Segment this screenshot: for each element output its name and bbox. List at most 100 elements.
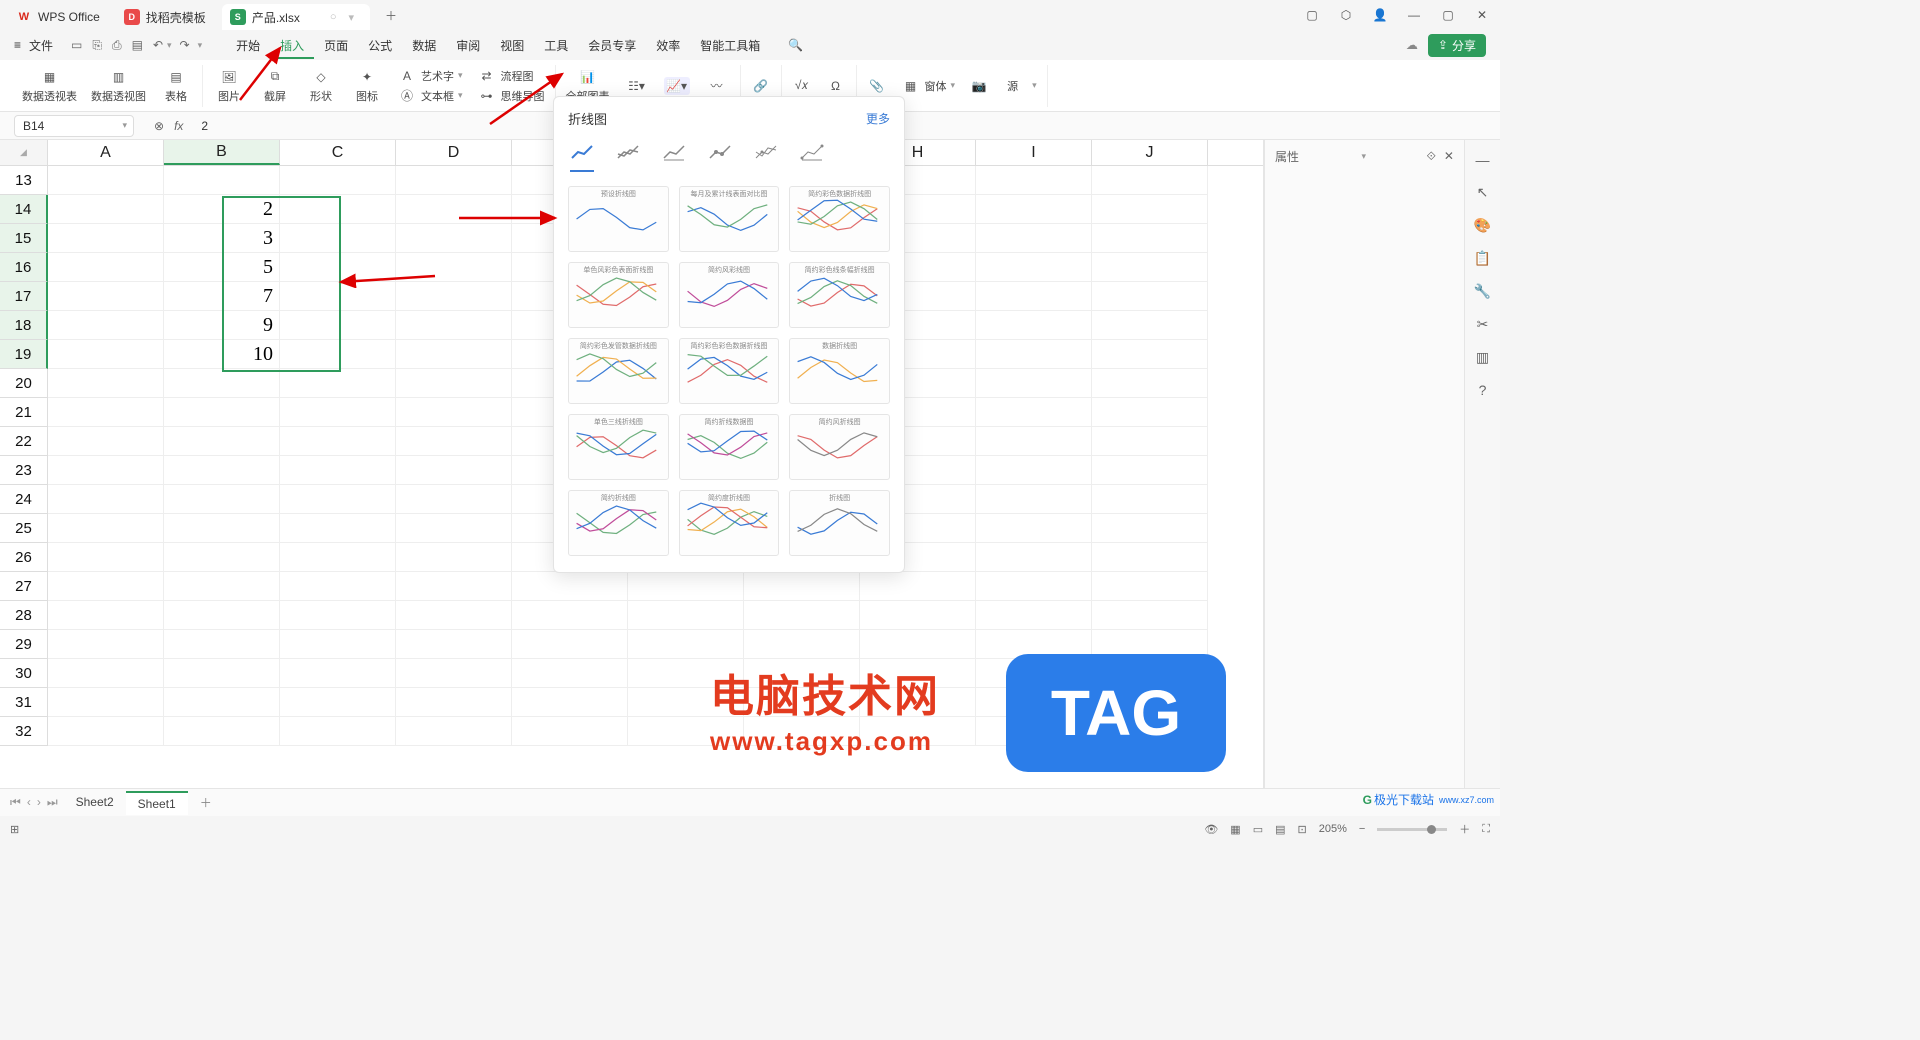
cell-B20[interactable]	[164, 369, 280, 398]
cell-D22[interactable]	[396, 427, 512, 456]
cell-B15[interactable]: 3	[164, 224, 280, 253]
shapes-button[interactable]: ◇形状	[305, 68, 337, 104]
cell-A17[interactable]	[48, 282, 164, 311]
tools-icon[interactable]: ✂	[1477, 316, 1489, 333]
chart-thumb-1[interactable]: 每月及累计线表面对比图	[679, 186, 780, 252]
cell-A24[interactable]	[48, 485, 164, 514]
cell-F28[interactable]	[628, 601, 744, 630]
cell-I13[interactable]	[976, 166, 1092, 195]
cell-A16[interactable]	[48, 253, 164, 282]
cell-J23[interactable]	[1092, 456, 1208, 485]
pivot-chart-button[interactable]: ▥ 数据透视图	[91, 68, 146, 104]
style-icon[interactable]: 🎨	[1474, 217, 1491, 234]
cell-C23[interactable]	[280, 456, 396, 485]
link-icon[interactable]: 🔗	[751, 77, 771, 95]
cell-H29[interactable]	[860, 630, 976, 659]
row-header-13[interactable]: 13	[0, 166, 48, 195]
row-header-28[interactable]: 28	[0, 601, 48, 630]
row-header-25[interactable]: 25	[0, 514, 48, 543]
menu-公式[interactable]: 公式	[358, 35, 402, 57]
cell-A19[interactable]	[48, 340, 164, 369]
cell-D29[interactable]	[396, 630, 512, 659]
pin-icon[interactable]: ⟐	[1426, 149, 1435, 164]
cell-I25[interactable]	[976, 514, 1092, 543]
more-link[interactable]: 更多	[866, 110, 890, 127]
tab-wps[interactable]: W WPS Office	[8, 4, 116, 30]
pivot-table-button[interactable]: ▦ 数据透视表	[22, 68, 77, 104]
formula-input[interactable]: 2	[193, 119, 216, 133]
app-icon[interactable]: ▢	[1302, 8, 1322, 22]
row-header-23[interactable]: 23	[0, 456, 48, 485]
cell-E28[interactable]	[512, 601, 628, 630]
cell-D27[interactable]	[396, 572, 512, 601]
cell-C26[interactable]	[280, 543, 396, 572]
cursor-icon[interactable]: ↖	[1477, 184, 1489, 201]
chart-thumb-3[interactable]: 单色风彩色表面折线图	[568, 262, 669, 328]
qat-print-icon[interactable]: ⎙	[112, 38, 122, 53]
cell-B26[interactable]	[164, 543, 280, 572]
menu-视图[interactable]: 视图	[490, 35, 534, 57]
cell-J25[interactable]	[1092, 514, 1208, 543]
form-button[interactable]: ▦窗体▾	[901, 77, 956, 95]
cell-C15[interactable]	[280, 224, 396, 253]
cell-J15[interactable]	[1092, 224, 1208, 253]
chart-thumb-14[interactable]: 折线图	[789, 490, 890, 556]
cell-D24[interactable]	[396, 485, 512, 514]
cell-D23[interactable]	[396, 456, 512, 485]
icons-button[interactable]: ✦图标	[351, 68, 383, 104]
cell-J16[interactable]	[1092, 253, 1208, 282]
cell-D28[interactable]	[396, 601, 512, 630]
omega-icon[interactable]: Ω	[826, 77, 846, 95]
cell-I21[interactable]	[976, 398, 1092, 427]
cell-I24[interactable]	[976, 485, 1092, 514]
chart-thumb-7[interactable]: 简约彩色彩色数据折线图	[679, 338, 780, 404]
cell-I16[interactable]	[976, 253, 1092, 282]
cell-A30[interactable]	[48, 659, 164, 688]
col-header-C[interactable]: C	[280, 140, 396, 165]
menu-数据[interactable]: 数据	[402, 35, 446, 57]
cell-C24[interactable]	[280, 485, 396, 514]
qat-more-icon[interactable]: ▾	[198, 40, 203, 51]
qat-redo-icon[interactable]: ↷	[180, 38, 190, 52]
qat-open-icon[interactable]: ⎘	[92, 38, 102, 53]
cell-J21[interactable]	[1092, 398, 1208, 427]
cell-D21[interactable]	[396, 398, 512, 427]
cell-J28[interactable]	[1092, 601, 1208, 630]
file-menu[interactable]: 文件	[29, 37, 53, 54]
cell-C19[interactable]	[280, 340, 396, 369]
share-button[interactable]: ⇪ 分享	[1428, 34, 1486, 57]
col-header-I[interactable]: I	[976, 140, 1092, 165]
camera-icon[interactable]: 📷	[969, 77, 989, 95]
col-header-B[interactable]: B	[164, 140, 280, 165]
line-subtype-5[interactable]	[752, 138, 780, 166]
cell-A14[interactable]	[48, 195, 164, 224]
library-icon[interactable]: ▥	[1476, 349, 1489, 366]
line-subtype-3[interactable]	[660, 138, 688, 166]
cell-A28[interactable]	[48, 601, 164, 630]
cell-D25[interactable]	[396, 514, 512, 543]
column-chart-icon[interactable]: ☷▾	[624, 77, 650, 95]
menu-智能工具箱[interactable]: 智能工具箱	[690, 35, 770, 57]
collapse-icon[interactable]: —	[1476, 152, 1490, 168]
close-button[interactable]: ✕	[1472, 8, 1492, 22]
cell-A21[interactable]	[48, 398, 164, 427]
cell-C22[interactable]	[280, 427, 396, 456]
cell-A13[interactable]	[48, 166, 164, 195]
menu-icon[interactable]: ≡	[14, 38, 21, 52]
cell-D18[interactable]	[396, 311, 512, 340]
cell-C29[interactable]	[280, 630, 396, 659]
qat-undo-drop-icon[interactable]: ▾	[167, 40, 172, 51]
cell-I23[interactable]	[976, 456, 1092, 485]
cell-H27[interactable]	[860, 572, 976, 601]
cell-A22[interactable]	[48, 427, 164, 456]
cell-B16[interactable]: 5	[164, 253, 280, 282]
cell-B17[interactable]: 7	[164, 282, 280, 311]
menu-会员专享[interactable]: 会员专享	[578, 35, 646, 57]
line-chart-icon[interactable]: 📈▾	[664, 77, 690, 95]
cloud-icon[interactable]: ☁	[1406, 38, 1418, 52]
cell-J19[interactable]	[1092, 340, 1208, 369]
chart-thumb-12[interactable]: 简约折线图	[568, 490, 669, 556]
cell-B13[interactable]	[164, 166, 280, 195]
cell-B24[interactable]	[164, 485, 280, 514]
equation-icon[interactable]: √𝑥	[792, 77, 812, 95]
